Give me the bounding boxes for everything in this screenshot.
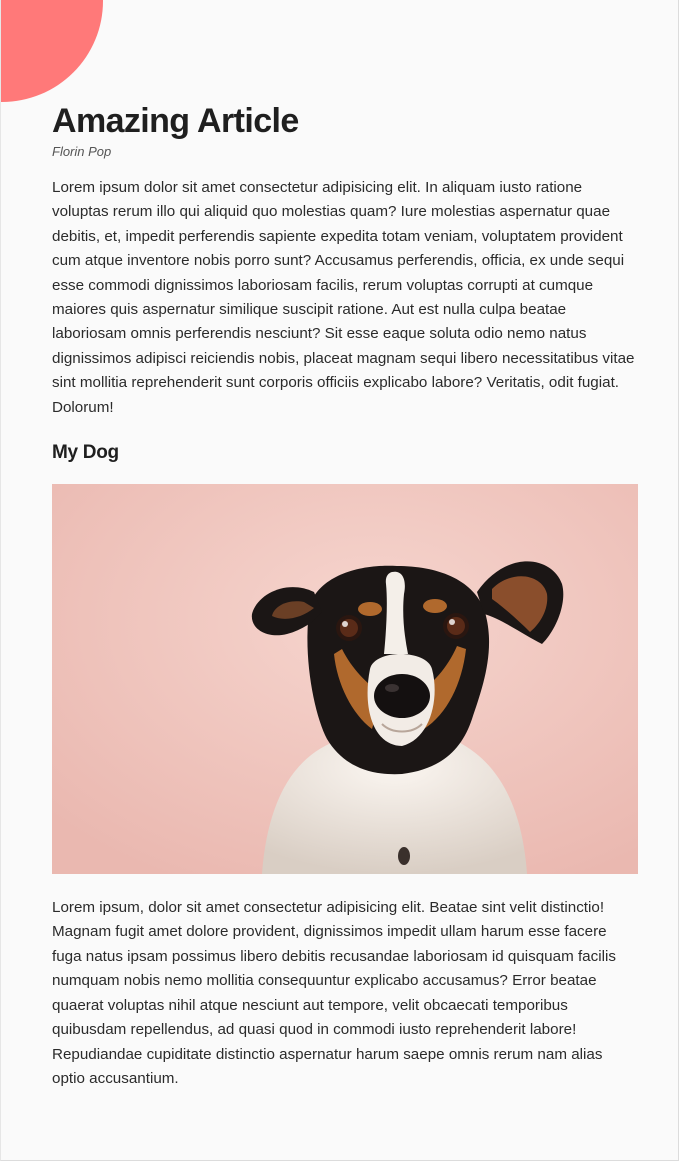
- article-title: Amazing Article: [52, 102, 299, 140]
- article-author: Florin Pop: [52, 144, 112, 159]
- section-heading: My Dog: [52, 442, 119, 464]
- menu-toggle-button[interactable]: [1, 0, 103, 102]
- dog-photo: [52, 484, 638, 875]
- article-paragraph: Lorem ipsum dolor sit amet consectetur a…: [52, 179, 635, 416]
- page: Amazing Article Florin Pop Lorem ipsum d…: [0, 0, 679, 1161]
- article: Amazing Article Florin Pop Lorem ipsum d…: [52, 100, 639, 1091]
- article-paragraph: Lorem ipsum, dolor sit amet consectetur …: [52, 899, 616, 1087]
